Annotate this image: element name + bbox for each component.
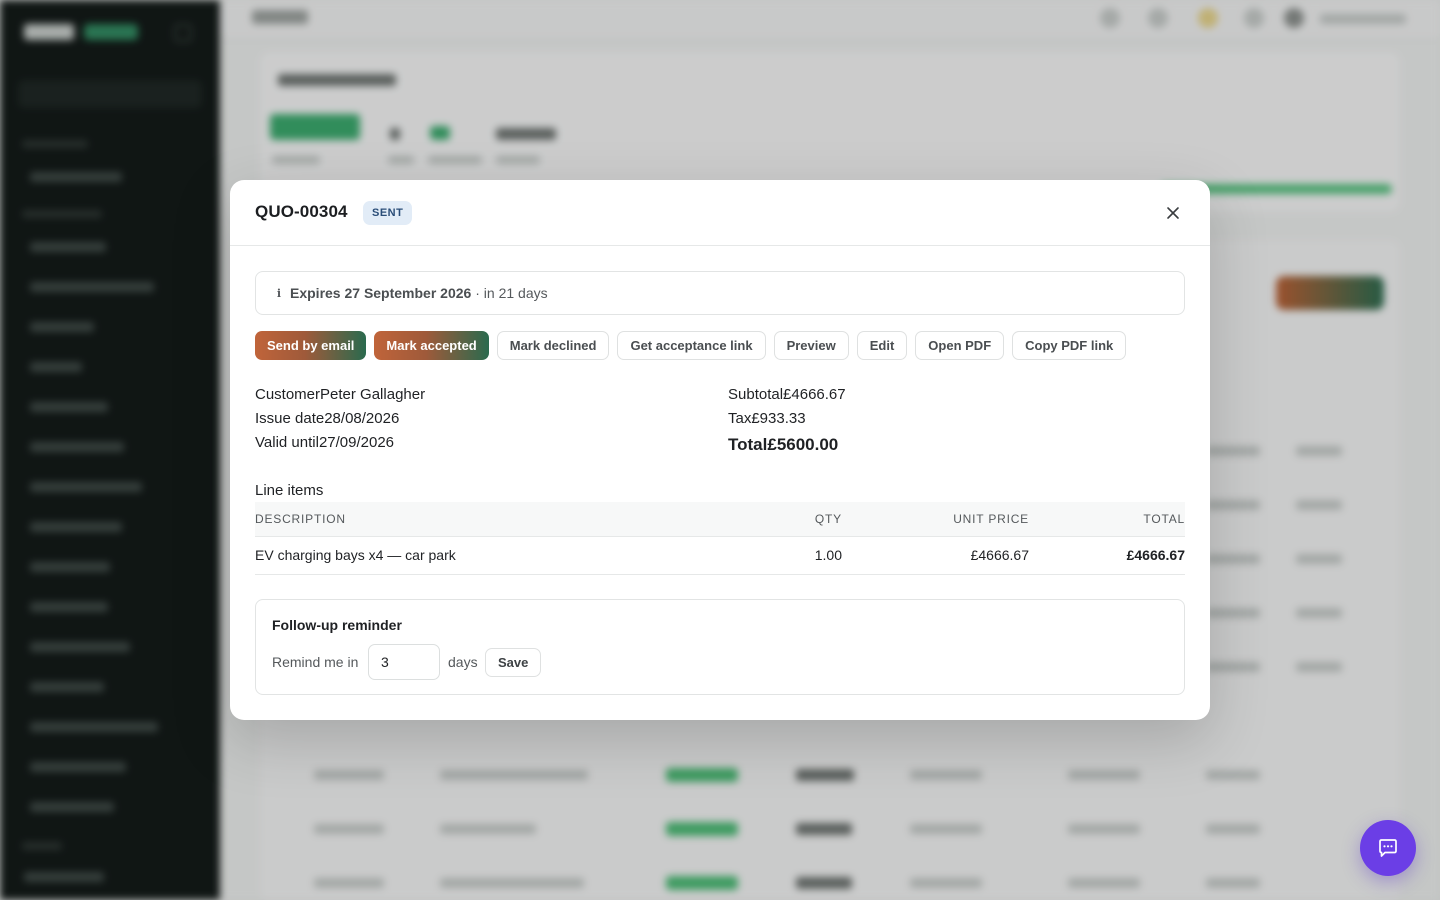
table-row: EV charging bays x4 — car park 1.00 £466…	[255, 536, 1185, 575]
item-unit-price: £4666.67	[842, 536, 1029, 575]
customer-value: Peter Gallagher	[320, 386, 426, 403]
chat-icon	[1379, 839, 1397, 857]
reminder-title: Follow-up reminder	[272, 617, 402, 633]
reminder-days-input[interactable]	[368, 644, 440, 680]
column-header-qty: QTY	[742, 502, 842, 537]
copy-pdf-link-button[interactable]: Copy PDF link	[1012, 331, 1127, 360]
quote-modal: QUO-00304 SENT i Expires 27 September 20…	[230, 180, 1210, 720]
mark-declined-button[interactable]: Mark declined	[496, 331, 610, 360]
total-label: Total	[728, 435, 768, 454]
column-header-total: TOTAL	[1029, 502, 1185, 537]
close-button[interactable]	[1162, 202, 1184, 224]
close-icon	[1167, 207, 1179, 219]
reminder-label: Remind me in	[272, 654, 359, 670]
tax-row: Tax£933.33	[728, 407, 846, 431]
column-header-unit-price: UNIT PRICE	[842, 502, 1029, 537]
valid-until-value: 27/09/2026	[318, 434, 395, 451]
expiry-notice: i Expires 27 September 2026 · in 21 days	[255, 271, 1185, 315]
expiry-text: Expires 27 September 2026 · in 21 days	[290, 285, 548, 301]
quote-details: CustomerPeter Gallagher Issue date28/08/…	[255, 383, 425, 455]
tax-label: Tax	[728, 410, 752, 427]
quote-totals: Subtotal£4666.67 Tax£933.33 Total£5600.0…	[728, 383, 846, 455]
expiry-date: Expires 27 September 2026	[290, 285, 472, 301]
customer-label: Customer	[255, 386, 321, 403]
get-acceptance-link-button[interactable]: Get acceptance link	[617, 331, 766, 360]
item-total: £4666.67	[1029, 536, 1185, 575]
status-badge: SENT	[363, 201, 413, 225]
open-pdf-button[interactable]: Open PDF	[915, 331, 1005, 360]
subtotal-value: £4666.67	[783, 386, 846, 403]
column-header-description: DESCRIPTION	[255, 502, 742, 537]
mark-accepted-button[interactable]: Mark accepted	[374, 331, 489, 360]
table-header-row: DESCRIPTION QTY UNIT PRICE TOTAL	[255, 502, 1185, 537]
valid-until-label: Valid until	[255, 434, 319, 451]
valid-until-row: Valid until27/09/2026	[255, 431, 425, 455]
follow-up-reminder: Follow-up reminder Remind me in days Sav…	[255, 599, 1185, 695]
save-reminder-button[interactable]: Save	[485, 648, 542, 677]
line-items-table: DESCRIPTION QTY UNIT PRICE TOTAL EV char…	[255, 502, 1185, 575]
chat-button[interactable]	[1360, 820, 1416, 876]
total-value: £5600.00	[767, 435, 839, 454]
send-by-email-button[interactable]: Send by email	[255, 331, 367, 360]
customer-row: CustomerPeter Gallagher	[255, 383, 425, 407]
item-qty: 1.00	[742, 536, 842, 575]
subtotal-row: Subtotal£4666.67	[728, 383, 846, 407]
issue-date-value: 28/08/2026	[324, 410, 400, 427]
modal-header: QUO-00304 SENT	[230, 180, 1210, 246]
expiry-relative: · in 21 days	[471, 285, 548, 301]
issue-date-row: Issue date28/08/2026	[255, 407, 425, 431]
subtotal-label: Subtotal	[728, 386, 784, 403]
quote-actions: Send by email Mark accepted Mark decline…	[255, 331, 1127, 360]
item-description: EV charging bays x4 — car park	[255, 536, 742, 575]
quote-number: QUO-00304	[255, 202, 348, 221]
info-icon: i	[276, 287, 282, 300]
total-row: Total£5600.00	[728, 431, 846, 455]
line-items-title: Line items	[255, 482, 324, 499]
edit-button[interactable]: Edit	[856, 331, 908, 360]
preview-button[interactable]: Preview	[773, 331, 849, 360]
issue-date-label: Issue date	[255, 410, 325, 427]
reminder-unit: days	[448, 654, 478, 670]
tax-value: £933.33	[751, 410, 806, 427]
